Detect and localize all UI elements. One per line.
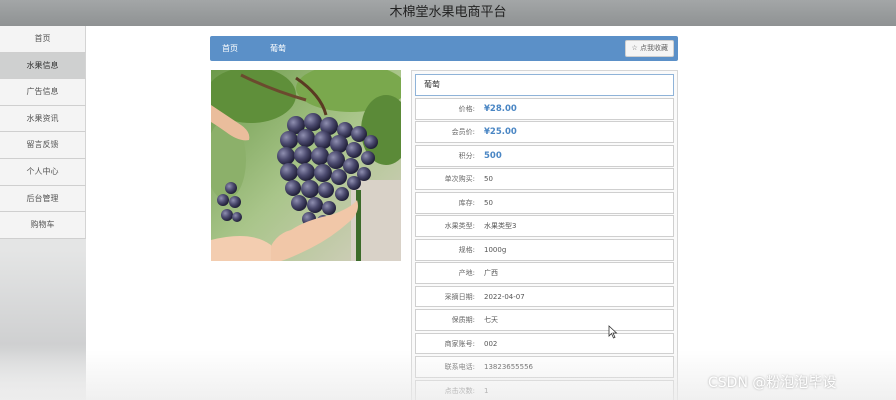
sidebar-item-feedback[interactable]: 留言反馈 bbox=[0, 132, 86, 159]
field-row-merchant-account: 商家账号: 002 bbox=[415, 332, 674, 355]
field-row-fruit-type: 水果类型: 水果类型3 bbox=[415, 215, 674, 238]
field-value: 002 bbox=[484, 339, 498, 348]
field-row-single-purchase: 单次购买: 50 bbox=[415, 168, 674, 191]
field-label: 单次购买: bbox=[444, 175, 475, 184]
field-value: 七天 bbox=[484, 316, 498, 325]
field-row-spec: 规格: 1000g bbox=[415, 238, 674, 261]
field-row-pick-date: 采摘日期: 2022-04-07 bbox=[415, 285, 674, 308]
field-value: ¥28.00 bbox=[484, 104, 517, 114]
mouse-cursor-icon bbox=[608, 325, 618, 339]
field-label: 库存: bbox=[458, 198, 475, 207]
favorite-button[interactable]: ☆ 点我收藏 bbox=[625, 40, 674, 57]
field-label: 水果类型: bbox=[444, 222, 475, 231]
field-value: 13823655556 bbox=[484, 363, 533, 372]
field-row-member-price: 会员价: ¥25.00 bbox=[415, 121, 674, 144]
field-label: 价格: bbox=[458, 105, 475, 113]
sidebar-item-admin[interactable]: 后台管理 bbox=[0, 185, 86, 213]
field-value: 50 bbox=[484, 175, 493, 184]
field-label: 保质期: bbox=[451, 316, 475, 325]
product-name: 葡萄 bbox=[415, 74, 674, 96]
field-value: 水果类型3 bbox=[484, 222, 517, 231]
sidebar-item-fruit-info[interactable]: 水果信息 bbox=[0, 52, 86, 80]
field-value: 500 bbox=[484, 150, 502, 161]
site-title: 木棉堂水果电商平台 bbox=[389, 5, 507, 20]
field-row-shelf-life: 保质期: 七天 bbox=[415, 309, 674, 331]
field-value: 2022-04-07 bbox=[484, 292, 525, 301]
sidebar-item-cart[interactable]: 购物车 bbox=[0, 212, 86, 239]
grapes-photo bbox=[211, 70, 401, 261]
field-row-stock: 库存: 50 bbox=[415, 191, 674, 214]
field-label: 点击次数: bbox=[444, 386, 475, 395]
field-value: 广西 bbox=[484, 269, 498, 278]
field-row-points: 积分: 500 bbox=[415, 144, 674, 167]
breadcrumb-current: 葡萄 bbox=[270, 44, 286, 53]
sidebar-nav: 首页 水果信息 广告信息 水果资讯 留言反馈 个人中心 后台管理 购物车 bbox=[0, 26, 86, 400]
top-header-bar: 木棉堂水果电商平台 bbox=[0, 0, 896, 26]
field-value: 1 bbox=[484, 386, 489, 395]
field-label: 积分: bbox=[458, 151, 475, 160]
breadcrumb-home-link[interactable]: 首页 bbox=[222, 36, 238, 61]
field-label: 产地: bbox=[458, 269, 475, 278]
field-row-phone: 联系电话: 13823655556 bbox=[415, 356, 674, 378]
field-value: 1000g bbox=[484, 245, 507, 254]
field-value: ¥25.00 bbox=[484, 127, 517, 138]
watermark: CSDN @粉泡泡毕设 bbox=[708, 375, 837, 391]
field-label: 会员价: bbox=[451, 128, 475, 137]
sidebar-item-home[interactable]: 首页 bbox=[0, 26, 86, 53]
field-row-origin: 产地: 广西 bbox=[415, 262, 674, 284]
field-label: 商家账号: bbox=[444, 339, 475, 348]
product-info-panel: 葡萄 价格: ¥28.00 会员价: ¥25.00 积分: 500 单次购买: … bbox=[411, 70, 678, 400]
sidebar-item-ads[interactable]: 广告信息 bbox=[0, 79, 86, 106]
field-value: 50 bbox=[484, 198, 493, 207]
breadcrumb: 首页 葡萄 ☆ 点我收藏 bbox=[210, 36, 678, 61]
field-row-price: 价格: ¥28.00 bbox=[415, 98, 674, 120]
field-row-clicks: 点击次数: 1 bbox=[415, 379, 674, 400]
product-image bbox=[211, 70, 401, 261]
field-label: 采摘日期: bbox=[444, 292, 475, 301]
sidebar-item-profile[interactable]: 个人中心 bbox=[0, 158, 86, 186]
field-label: 联系电话: bbox=[444, 363, 475, 372]
sidebar-item-fruit-news[interactable]: 水果资讯 bbox=[0, 105, 86, 133]
field-label: 规格: bbox=[458, 245, 475, 254]
